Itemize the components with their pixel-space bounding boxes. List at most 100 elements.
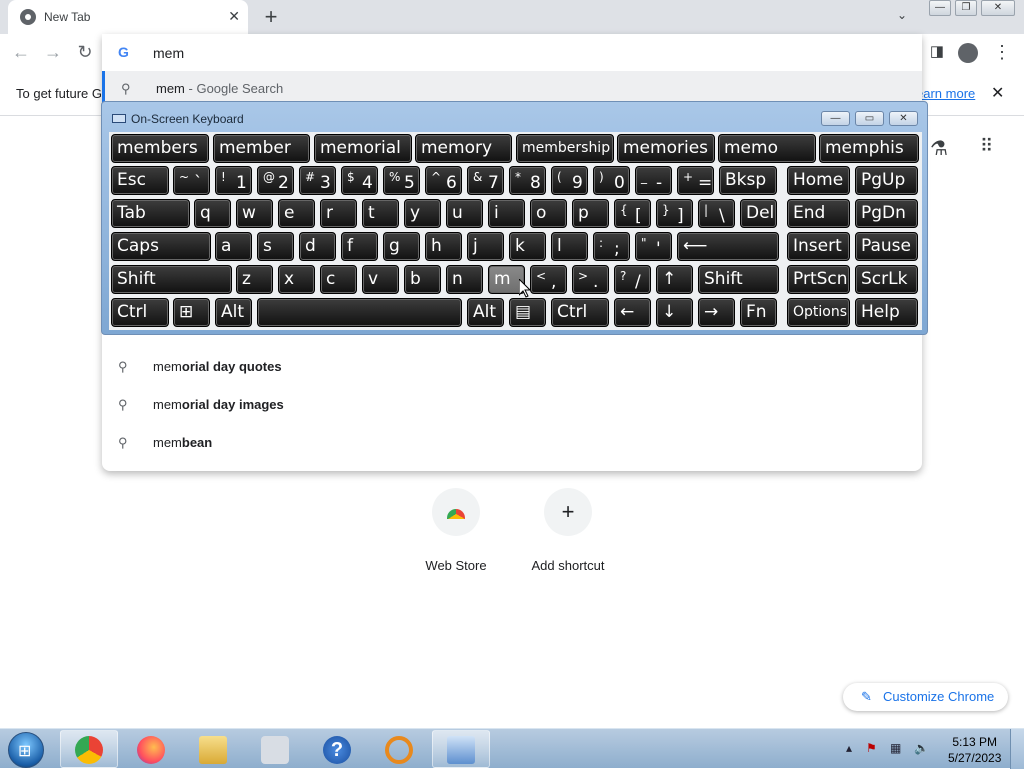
omnibox-query[interactable]: mem: [153, 45, 184, 61]
key-home[interactable]: Home: [787, 166, 850, 195]
taskbar-firefox[interactable]: [122, 730, 180, 768]
key-pgup[interactable]: PgUp: [855, 166, 918, 195]
taskbar-osk[interactable]: [432, 730, 490, 768]
key-e[interactable]: e: [278, 199, 315, 228]
key-'[interactable]: " ': [635, 232, 672, 261]
shortcut-web-store[interactable]: Web Store: [406, 488, 506, 573]
suggestion-item[interactable]: ⚲ memorial day images: [102, 387, 922, 423]
key-d[interactable]: d: [299, 232, 336, 261]
key-y[interactable]: y: [404, 199, 441, 228]
key-↑[interactable]: ↑: [656, 265, 693, 294]
key-b[interactable]: b: [404, 265, 441, 294]
key-space[interactable]: [257, 298, 462, 327]
prediction-memorial[interactable]: memorial: [314, 134, 412, 163]
key-1[interactable]: ! 1: [215, 166, 252, 195]
key-n[interactable]: n: [446, 265, 483, 294]
key-8[interactable]: * 8: [509, 166, 546, 195]
key-end[interactable]: End: [787, 199, 850, 228]
prediction-members[interactable]: members: [111, 134, 209, 163]
key-alt[interactable]: Alt: [467, 298, 504, 327]
key-del[interactable]: Del: [740, 199, 777, 228]
key-9[interactable]: (9: [551, 166, 588, 195]
key-g[interactable]: g: [383, 232, 420, 261]
taskbar-explorer[interactable]: [184, 730, 242, 768]
omnibox-input[interactable]: G mem: [102, 34, 922, 70]
key-help[interactable]: Help: [855, 298, 918, 327]
key-l[interactable]: l: [551, 232, 588, 261]
learn-more-link[interactable]: earn more: [916, 86, 975, 101]
suggestion-item[interactable]: ⚲ membean: [102, 425, 922, 461]
tray-expand-icon[interactable]: ▴: [846, 741, 852, 755]
menu-kebab-icon[interactable]: ⋮: [991, 42, 1013, 63]
maximize-icon[interactable]: ❐: [955, 0, 977, 16]
prediction-memory[interactable]: memory: [415, 134, 512, 163]
osk-maximize-icon[interactable]: ▭: [855, 111, 884, 126]
reload-icon[interactable]: ↻: [74, 42, 96, 63]
prediction-memphis[interactable]: memphis: [819, 134, 919, 163]
window-close-icon[interactable]: ✕: [981, 0, 1015, 16]
key-0[interactable]: ) 0: [593, 166, 630, 195]
key-s[interactable]: s: [257, 232, 294, 261]
shortcut-add[interactable]: + Add shortcut: [518, 488, 618, 573]
key-k[interactable]: k: [509, 232, 546, 261]
key-alt[interactable]: Alt: [215, 298, 252, 327]
osk-minimize-icon[interactable]: —: [821, 111, 850, 126]
key-▤[interactable]: ▤: [509, 298, 546, 327]
key-[[interactable]: {[: [614, 199, 651, 228]
key-ctrl[interactable]: Ctrl: [551, 298, 609, 327]
key-/[interactable]: ? /: [614, 265, 651, 294]
key-v[interactable]: v: [362, 265, 399, 294]
show-desktop-button[interactable]: [1010, 729, 1024, 769]
key-p[interactable]: p: [572, 199, 609, 228]
network-icon[interactable]: ▦: [890, 741, 901, 755]
key-⟵[interactable]: ⟵: [677, 232, 779, 261]
key-4[interactable]: $4: [341, 166, 378, 195]
key-shift[interactable]: Shift: [111, 265, 232, 294]
key-f[interactable]: f: [341, 232, 378, 261]
prediction-memories[interactable]: memories: [617, 134, 715, 163]
key-][interactable]: }]: [656, 199, 693, 228]
tab-close-icon[interactable]: ✕: [228, 8, 240, 25]
key-2[interactable]: @2: [257, 166, 294, 195]
key-ctrl[interactable]: Ctrl: [111, 298, 169, 327]
infobar-close-icon[interactable]: ✕: [991, 83, 1004, 103]
taskbar-chrome[interactable]: [60, 730, 118, 768]
key-=[interactable]: + =: [677, 166, 714, 195]
key-tab[interactable]: Tab: [111, 199, 190, 228]
key-fn[interactable]: Fn: [740, 298, 777, 327]
customize-chrome-button[interactable]: ✎ Customize Chrome: [843, 683, 1008, 711]
profile-avatar-icon[interactable]: [958, 43, 978, 63]
key-o[interactable]: o: [530, 199, 567, 228]
key-→[interactable]: →: [698, 298, 735, 327]
key-.[interactable]: >.: [572, 265, 609, 294]
side-panel-icon[interactable]: ◨: [926, 42, 948, 60]
key-;[interactable]: :;: [593, 232, 630, 261]
key-i[interactable]: i: [488, 199, 525, 228]
prediction-memo[interactable]: memo: [718, 134, 816, 163]
key-u[interactable]: u: [446, 199, 483, 228]
apps-grid-icon[interactable]: ⠿: [980, 136, 993, 157]
key--[interactable]: _ -: [635, 166, 672, 195]
key-7[interactable]: & 7: [467, 166, 504, 195]
key-prtscn[interactable]: PrtScn: [787, 265, 850, 294]
key-pgdn[interactable]: PgDn: [855, 199, 918, 228]
key-⊞[interactable]: ⊞: [173, 298, 210, 327]
key-scrlk[interactable]: ScrLk: [855, 265, 918, 294]
key-r[interactable]: r: [320, 199, 357, 228]
tab-search-icon[interactable]: ⌄: [897, 8, 907, 22]
forward-icon[interactable]: →: [42, 42, 64, 63]
suggestion-item[interactable]: ⚲ memorial day quotes: [102, 349, 922, 385]
key-h[interactable]: h: [425, 232, 462, 261]
key-5[interactable]: % 5: [383, 166, 420, 195]
key-w[interactable]: w: [236, 199, 273, 228]
prediction-membership[interactable]: membership: [516, 134, 614, 163]
key-caps[interactable]: Caps: [111, 232, 211, 261]
tray-clock[interactable]: 5:13 PM 5/27/2023: [948, 734, 1001, 766]
key-pause[interactable]: Pause: [855, 232, 918, 261]
labs-flask-icon[interactable]: ⚗: [930, 136, 948, 161]
key-\[interactable]: | \: [698, 199, 735, 228]
key-esc[interactable]: Esc: [111, 166, 169, 195]
key-a[interactable]: a: [215, 232, 252, 261]
new-tab-button[interactable]: +: [260, 4, 282, 30]
back-icon[interactable]: ←: [10, 42, 32, 63]
